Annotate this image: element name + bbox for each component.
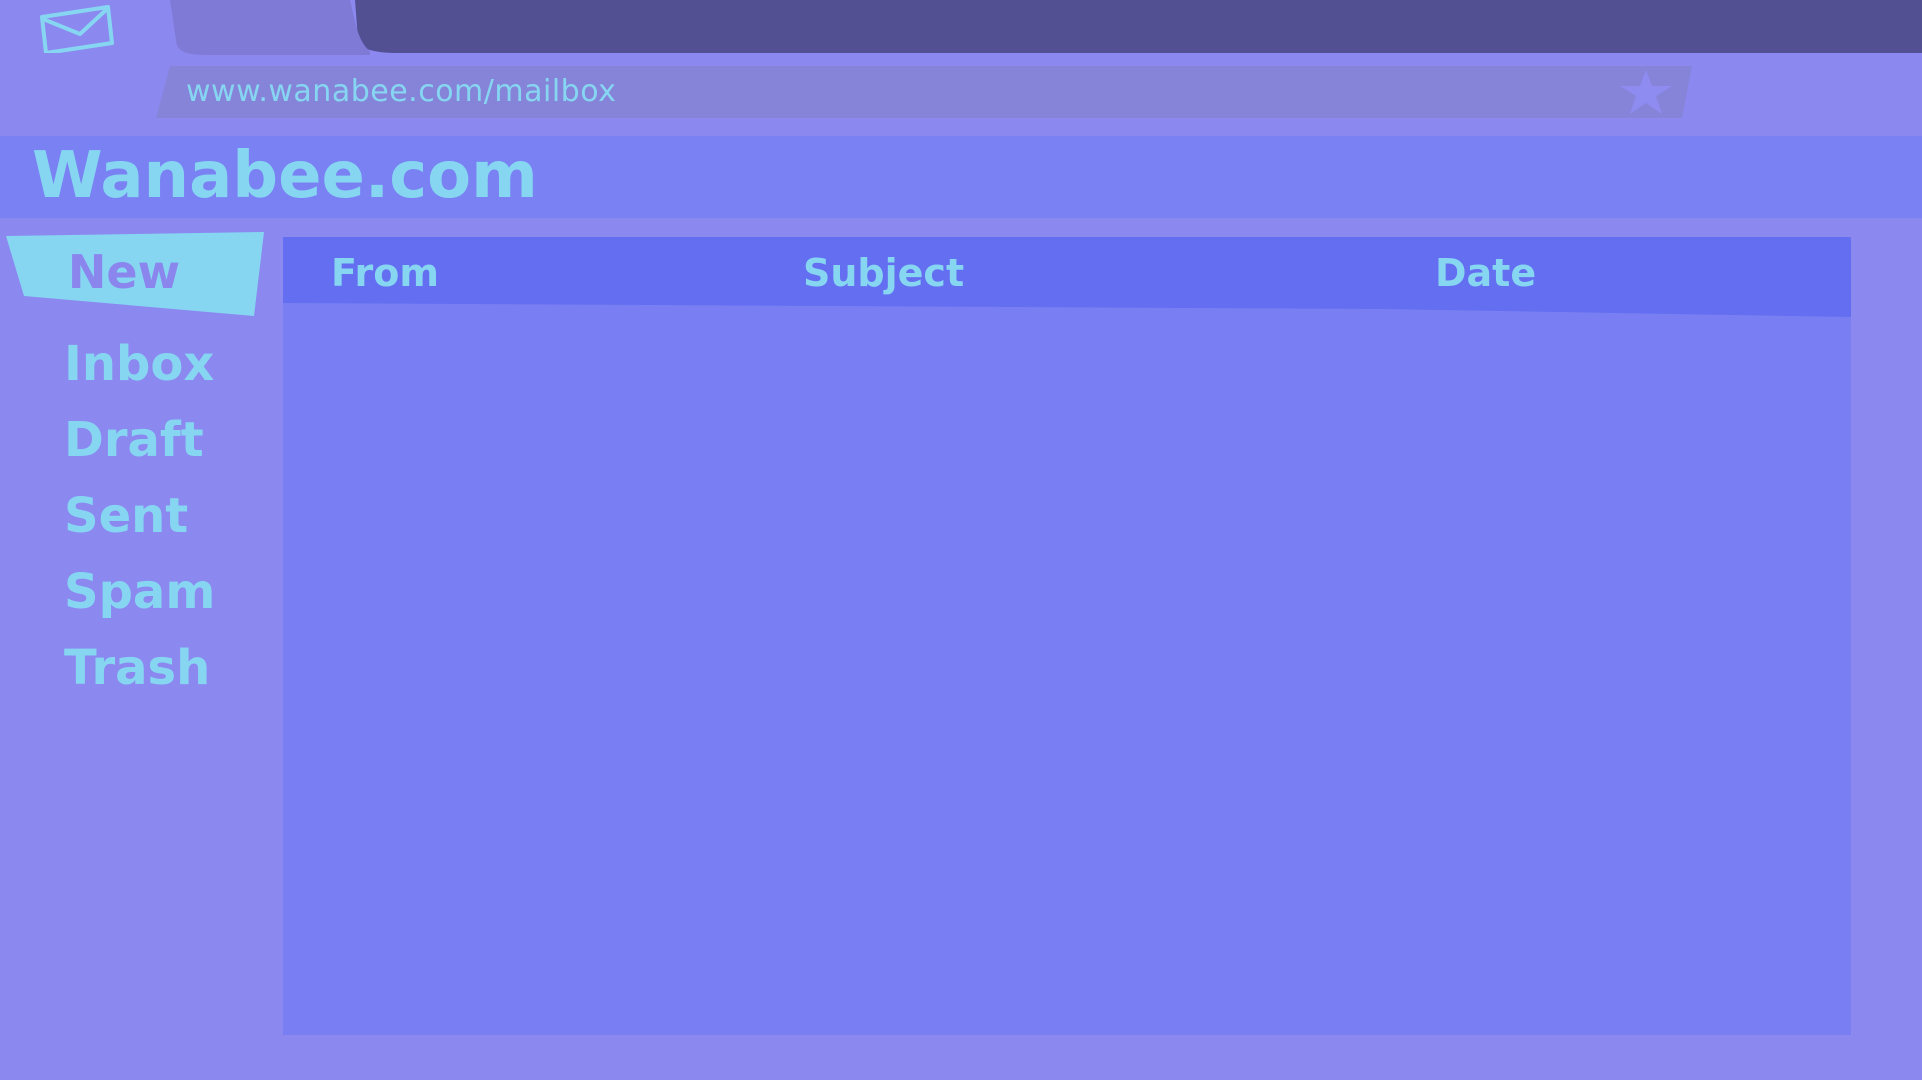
column-header-from[interactable]: From [331, 245, 439, 301]
mail-list[interactable] [283, 319, 1851, 1035]
browser-window: www.wanabee.com/mailbox Wanabee.com New … [0, 0, 1922, 1080]
sidebar-item-sent[interactable]: Sent [64, 484, 215, 548]
sidebar-item-draft[interactable]: Draft [64, 408, 215, 472]
mail-table-header: From Subject Date [283, 237, 1851, 317]
sidebar-item-trash[interactable]: Trash [64, 636, 215, 700]
inactive-tab[interactable] [170, 0, 375, 55]
site-logo[interactable]: Wanabee.com [32, 134, 538, 218]
folder-list: Inbox Draft Sent Spam Trash [64, 332, 215, 712]
sidebar-item-inbox[interactable]: Inbox [64, 332, 215, 396]
address-bar-url[interactable]: www.wanabee.com/mailbox [186, 70, 616, 114]
envelope-icon[interactable] [40, 5, 114, 55]
new-message-label: New [67, 245, 181, 299]
mail-table: From Subject Date [283, 237, 1851, 1035]
sidebar-item-spam[interactable]: Spam [64, 560, 215, 624]
column-header-subject[interactable]: Subject [803, 245, 964, 301]
column-header-date[interactable]: Date [1435, 245, 1536, 301]
bookmark-star-icon[interactable] [1610, 66, 1674, 118]
new-message-button[interactable]: New [6, 232, 266, 318]
